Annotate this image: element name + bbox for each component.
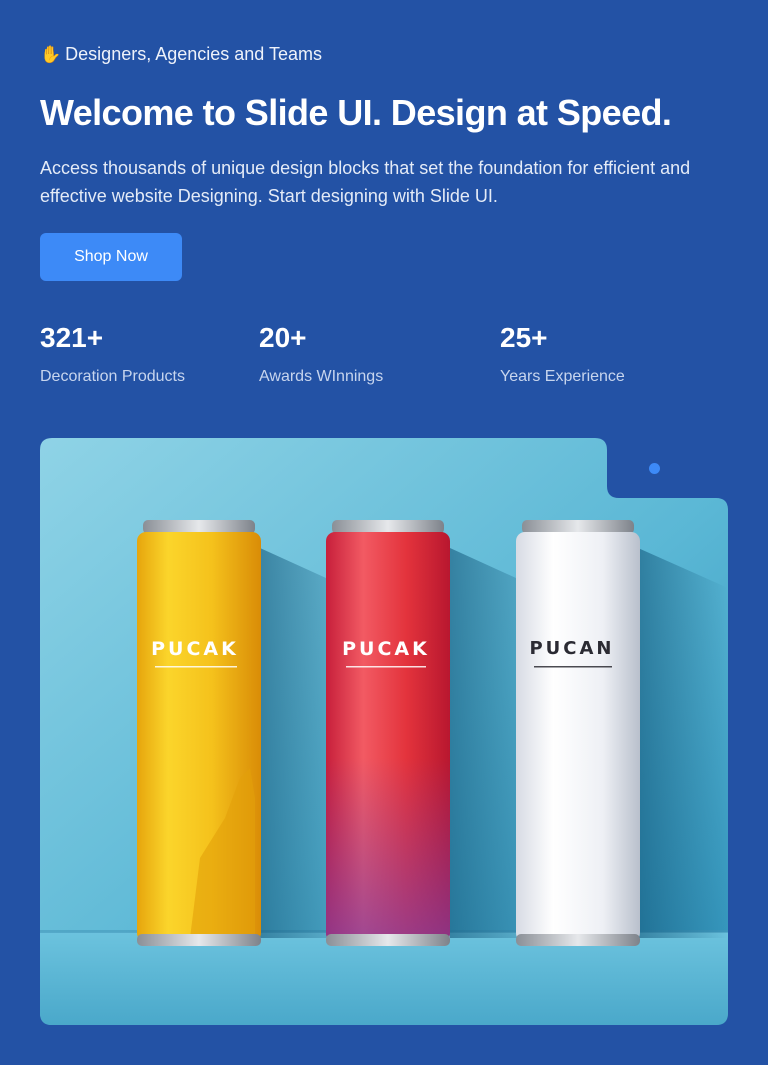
product-image: PUCAK PUCAK PUCAN [40,438,728,1025]
stat-awards: 20+ Awards WInnings [259,320,383,386]
hero-description: Access thousands of unique design blocks… [40,158,691,206]
shop-now-button[interactable]: Shop Now [40,233,182,281]
can-label: PUCAK [151,638,239,660]
stat-label: Years Experience [500,368,625,385]
hero-eyebrow: ✋ Designers, Agencies and Teams [40,44,322,65]
waving-hand-icon: ✋ [40,44,62,65]
red-can: PUCAK [326,520,450,946]
can-label: PUCAN [529,638,614,659]
stat-value: 25+ [500,322,548,353]
white-can: PUCAN [516,520,640,946]
stat-value: 20+ [259,322,307,353]
stat-products: 321+ Decoration Products [40,320,185,386]
indicator-dot [649,463,660,474]
hero-section: ✋ Designers, Agencies and Teams Welcome … [0,0,768,1065]
yellow-can: PUCAK [137,520,261,946]
stat-value: 321+ [40,322,104,353]
stat-label: Awards WInnings [259,368,384,385]
stat-experience: 25+ Years Experience [500,320,625,386]
hero-title: Welcome to Slide UI. Design at Speed. [40,92,672,133]
can-label: PUCAK [342,638,430,660]
product-photo: PUCAK PUCAK PUCAN [40,438,728,1025]
stat-label: Decoration Products [40,368,185,385]
hero-eyebrow-text: Designers, Agencies and Teams [65,44,322,64]
